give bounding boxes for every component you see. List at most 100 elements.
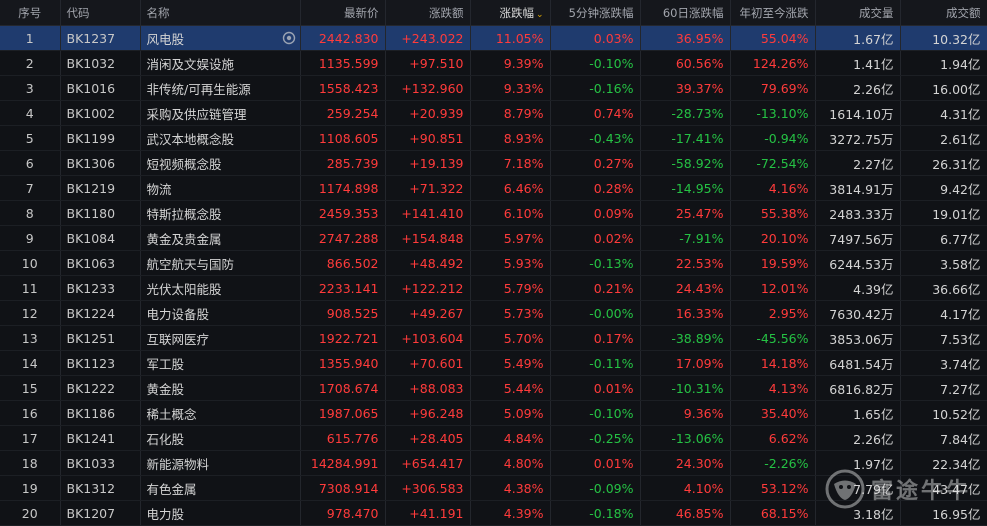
col-header-name[interactable]: 名称: [140, 0, 301, 26]
table-row[interactable]: 20 BK1207 电力股 978.470 +41.191 4.39% -0.18% 46.8…: [0, 500, 987, 526]
row-change: +654.417: [385, 450, 471, 476]
table-row[interactable]: 11 BK1233 光伏太阳能股 2233.141 +122.212 5.79% 0.21%…: [0, 275, 987, 301]
row-index: 8: [0, 200, 61, 226]
row-volume-text: 3814.91万: [829, 181, 894, 197]
col-header-change[interactable]: 涨跌额: [385, 0, 471, 26]
row-index-text: 8: [25, 205, 34, 221]
table-row[interactable]: 13 BK1251 互联网医疗 1922.721 +103.604 5.70% 0.17% -…: [0, 325, 987, 351]
row-change-text: +97.510: [409, 55, 464, 71]
col-header-ytd-pct[interactable]: 年初至今涨跌: [730, 0, 816, 26]
row-turnover-text: 7.84亿: [940, 431, 981, 447]
table-row[interactable]: 15 BK1222 黄金股 1708.674 +88.083 5.44% 0.01% -10.…: [0, 375, 987, 401]
row-volume-text: 3853.06万: [829, 331, 894, 347]
row-code-text: BK1199: [66, 130, 116, 146]
table-row[interactable]: 3 BK1016 非传统/可再生能源 1558.423 +132.960 9.33% -0.…: [0, 75, 987, 101]
row-ytd-pct: 20.10%: [730, 225, 816, 251]
row-code: BK1219: [60, 175, 141, 201]
row-code-text: BK1237: [66, 30, 116, 46]
row-index-text: 17: [21, 430, 38, 446]
table-row[interactable]: 1 BK1237 风电股 2442.830 +243.022 11.05% 0.03% 36.…: [0, 25, 987, 51]
row-name-text: 军工股: [146, 356, 185, 372]
row-change-pct-text: 5.70%: [503, 330, 544, 346]
col-header-volume[interactable]: 成交量: [815, 0, 901, 26]
row-60day-pct: -58.92%: [640, 150, 731, 176]
table-row[interactable]: 18 BK1033 新能源物料 14284.991 +654.417 4.80% 0.01%…: [0, 450, 987, 476]
row-change-pct-text: 5.44%: [503, 380, 544, 396]
row-index-text: 13: [21, 330, 38, 346]
row-60day-pct-text: 39.37%: [675, 80, 724, 96]
col-header-60day-pct[interactable]: 60日涨跌幅: [640, 0, 731, 26]
row-price: 978.470: [300, 500, 386, 526]
row-change: +141.410: [385, 200, 471, 226]
row-60day-pct: -14.95%: [640, 175, 731, 201]
table-row[interactable]: 5 BK1199 武汉本地概念股 1108.605 +90.851 8.93% -0.43%…: [0, 125, 987, 151]
row-code: BK1016: [60, 75, 141, 101]
row-5min-pct: 0.02%: [550, 225, 641, 251]
row-ytd-pct: -72.54%: [730, 150, 816, 176]
row-price-text: 1355.940: [318, 355, 379, 371]
row-code: BK1222: [60, 375, 141, 401]
col-header-code[interactable]: 代码: [60, 0, 141, 26]
row-code-text: BK1123: [66, 355, 116, 371]
table-row[interactable]: 6 BK1306 短视频概念股 285.739 +19.139 7.18% 0.27% -58…: [0, 150, 987, 176]
row-60day-pct: 24.30%: [640, 450, 731, 476]
row-name: 光伏太阳能股: [140, 275, 301, 301]
table-row[interactable]: 14 BK1123 军工股 1355.940 +70.601 5.49% -0.11% 17.…: [0, 350, 987, 376]
row-price: 1987.065: [300, 400, 386, 426]
table-row[interactable]: 17 BK1241 石化股 615.776 +28.405 4.84% -0.25% -13.…: [0, 425, 987, 451]
table-row[interactable]: 2 BK1032 消闲及文娱设施 1135.599 +97.510 9.39% -0.10%…: [0, 50, 987, 76]
row-turnover-text: 10.52亿: [932, 406, 981, 422]
row-name-text: 非传统/可再生能源: [146, 81, 251, 97]
row-change: +306.583: [385, 475, 471, 501]
row-price: 615.776: [300, 425, 386, 451]
row-index-text: 2: [25, 55, 34, 71]
row-volume-text: 1.67亿: [853, 31, 894, 47]
table-row[interactable]: 4 BK1002 采购及供应链管理 259.254 +20.939 8.79% 0.74% -…: [0, 100, 987, 126]
table-row[interactable]: 9 BK1084 黄金及贵金属 2747.288 +154.848 5.97% 0.02% -…: [0, 225, 987, 251]
row-change-text: +71.322: [409, 180, 464, 196]
row-60day-pct: -10.31%: [640, 375, 731, 401]
col-header-index[interactable]: 序号: [0, 0, 61, 26]
row-5min-pct-text: 0.74%: [593, 105, 634, 121]
row-name-text: 黄金及贵金属: [146, 231, 222, 247]
row-change: +19.139: [385, 150, 471, 176]
row-name: 物流: [140, 175, 301, 201]
row-code-text: BK1306: [66, 155, 116, 171]
row-60day-pct-text: 25.47%: [675, 205, 724, 221]
row-5min-pct-text: 0.17%: [593, 330, 634, 346]
table-row[interactable]: 8 BK1180 特斯拉概念股 2459.353 +141.410 6.10% 0.09% 2…: [0, 200, 987, 226]
row-turnover-text: 9.42亿: [940, 181, 981, 197]
row-60day-pct-text: -58.92%: [671, 155, 724, 171]
row-ytd-pct: 4.13%: [730, 375, 816, 401]
row-60day-pct-text: -10.31%: [671, 380, 724, 396]
row-change: +20.939: [385, 100, 471, 126]
row-change-pct: 5.97%: [470, 225, 551, 251]
row-change-pct: 5.93%: [470, 250, 551, 276]
row-volume-text: 1614.10万: [829, 106, 894, 122]
row-price-text: 615.776: [326, 430, 379, 446]
sector-ranking-table: 序号 代码 名称 最新价 涨跌额 涨跌幅 ⌄ 5分钟涨跌幅 60日涨跌幅 年初至今…: [0, 0, 987, 526]
table-row[interactable]: 19 BK1312 有色金属 7308.914 +306.583 4.38% -0.09% 4…: [0, 475, 987, 501]
row-price-text: 908.525: [326, 305, 379, 321]
watch-eye-icon[interactable]: [282, 31, 296, 45]
table-row[interactable]: 12 BK1224 电力设备股 908.525 +49.267 5.73% -0.00% 16…: [0, 300, 987, 326]
row-ytd-pct: 53.12%: [730, 475, 816, 501]
row-change: +49.267: [385, 300, 471, 326]
table-row[interactable]: 10 BK1063 航空航天与国防 866.502 +48.492 5.93% -0.13%…: [0, 250, 987, 276]
table-row[interactable]: 7 BK1219 物流 1174.898 +71.322 6.46% 0.28% -14.95…: [0, 175, 987, 201]
col-header-price[interactable]: 最新价: [300, 0, 386, 26]
col-header-change-pct[interactable]: 涨跌幅 ⌄: [470, 0, 551, 26]
row-code-text: BK1016: [66, 80, 116, 96]
row-turnover: 43.47亿: [900, 475, 987, 501]
row-name-text: 消闲及文娱设施: [146, 56, 235, 72]
row-5min-pct-text: 0.01%: [593, 380, 634, 396]
row-index: 20: [0, 500, 61, 526]
col-header-5min-pct[interactable]: 5分钟涨跌幅: [550, 0, 641, 26]
row-ytd-pct-text: 55.38%: [760, 205, 809, 221]
row-name: 新能源物料: [140, 450, 301, 476]
row-volume: 2483.33万: [815, 200, 901, 226]
table-row[interactable]: 16 BK1186 稀土概念 1987.065 +96.248 5.09% -0.10% 9.…: [0, 400, 987, 426]
col-header-turnover[interactable]: 成交额: [900, 0, 987, 26]
row-change-text: +103.604: [401, 330, 464, 346]
row-turnover-text: 4.17亿: [940, 306, 981, 322]
